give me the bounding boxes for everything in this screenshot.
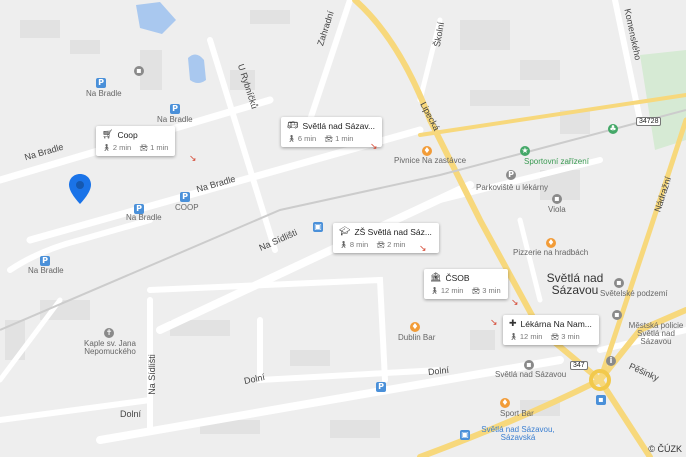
parking-lot-icon[interactable]: P — [506, 170, 516, 180]
poi-label: Na Bradle — [157, 115, 193, 124]
direction-arrow-icon: ↘ — [189, 154, 197, 164]
card-title: ZŠ Světlá nad Sáz... — [354, 227, 432, 237]
poi-label: Na Bradle — [126, 213, 162, 222]
info-icon[interactable]: i — [606, 356, 616, 366]
walk-icon: 🚶︎ — [102, 143, 111, 152]
bank-icon: 🏦︎ — [430, 273, 442, 283]
tree-icon[interactable]: ♣ — [608, 124, 618, 134]
walk-time: 12 min — [519, 332, 543, 341]
shop-icon[interactable]: ▪ — [524, 360, 534, 370]
poi-label: Světelské podzemí — [600, 289, 668, 298]
poi-card-pharmacy[interactable]: ✚ Lékárna Na Nam... 🚶︎ 12 min 🚘︎ 3 min — [503, 315, 599, 345]
sport-icon[interactable]: ★ — [520, 146, 530, 156]
poi-label: Pizzerie na hradbách — [513, 248, 589, 257]
parking-icon[interactable]: P — [96, 78, 106, 88]
poi-label: Dublin Bar — [398, 333, 436, 342]
drive-time: 1 min — [150, 143, 169, 152]
walk-icon: 🚶︎ — [430, 286, 439, 295]
direction-arrow-icon: ↘ — [490, 318, 498, 328]
direction-arrow-icon: ↘ — [511, 298, 519, 308]
restaurant-icon[interactable]: ♦ — [546, 238, 556, 248]
car-icon: 🚘︎ — [324, 134, 334, 143]
sport-bar-icon[interactable]: ♦ — [500, 398, 510, 408]
poi-label: COOP — [175, 203, 199, 212]
drive-time: 3 min — [482, 286, 501, 295]
bus-icon: 🚌︎ — [287, 121, 299, 131]
poi-card-csob[interactable]: 🏦︎ ČSOB 🚶︎ 12 min 🚘︎ 3 min — [424, 269, 508, 299]
church-icon[interactable]: ✝ — [104, 328, 114, 338]
bus-icon[interactable]: ▪ — [134, 66, 144, 76]
poi-card-coop[interactable]: 🛒︎ Coop 🚶︎ 2 min 🚘︎ 1 min — [96, 126, 176, 156]
direction-arrow-icon: ↘ — [419, 244, 427, 254]
poi-label: Parkoviště u lékárny — [476, 183, 549, 192]
car-icon: 🚘︎ — [550, 332, 560, 341]
parking-icon[interactable]: P — [134, 204, 144, 214]
police-icon[interactable]: ▪ — [612, 310, 622, 320]
walk-time: 8 min — [349, 240, 369, 249]
card-title: Světlá nad Sázav... — [302, 121, 376, 131]
bus-stop-icon[interactable]: ▣ — [460, 430, 470, 440]
poi-label: Viola — [548, 205, 566, 214]
bar-icon[interactable]: ♦ — [410, 322, 420, 332]
poi-label: Světlá nad Sázavou — [495, 370, 567, 379]
car-icon: 🚘︎ — [139, 143, 149, 152]
card-title: Lékárna Na Nam... — [520, 319, 592, 329]
poi-card-bus-stop[interactable]: 🚌︎ Světlá nad Sázav... 🚶︎ 6 min 🚘︎ 1 min — [281, 117, 383, 147]
road-number-shield: 347 — [570, 361, 588, 370]
poi-label: Sport Bar — [500, 409, 534, 418]
walk-icon: 🚶︎ — [287, 134, 296, 143]
poi-label: Městská policie Světlá nad Sázavou — [628, 321, 684, 346]
poi-label: Na Bradle — [28, 266, 64, 275]
walk-icon: 🚶︎ — [339, 240, 348, 249]
street-label: Na Sídlišti — [146, 354, 157, 395]
parking-icon[interactable]: P — [376, 382, 386, 392]
card-title: ČSOB — [445, 273, 470, 283]
walk-time: 6 min — [297, 134, 317, 143]
drive-time: 3 min — [561, 332, 580, 341]
copyright-label: © ČÚZK — [648, 444, 682, 454]
beer-icon[interactable]: ♦ — [422, 146, 432, 156]
viola-icon[interactable]: ▪ — [552, 194, 562, 204]
station-icon[interactable]: ▪ — [596, 395, 606, 405]
walk-time: 2 min — [112, 143, 132, 152]
drive-time: 1 min — [335, 134, 354, 143]
card-title: Coop — [117, 130, 138, 140]
poi-label: Na Bradle — [86, 89, 122, 98]
road-number-shield: 34728 — [636, 117, 662, 126]
parking-icon[interactable]: P — [40, 256, 50, 266]
drive-time: 2 min — [387, 240, 406, 249]
walk-icon: 🚶︎ — [509, 332, 518, 341]
poi-label: Světlá nad Sázavou, Sázavská — [481, 425, 555, 442]
direction-arrow-icon: ↘ — [370, 142, 378, 152]
poi-label: Pivnice Na zastávce — [394, 156, 467, 165]
car-icon: 🚘︎ — [376, 240, 386, 249]
cart-icon: 🛒︎ — [102, 130, 114, 140]
walk-time: 12 min — [440, 286, 464, 295]
poi-label: Kaple sv. Jana Nepomuckého — [84, 339, 136, 356]
parking-icon[interactable]: P — [180, 192, 190, 202]
poi-label: Sportovní zařízení — [524, 157, 589, 166]
pharmacy-icon: ✚ — [509, 319, 517, 329]
school-icon: 🎓︎ — [339, 227, 351, 237]
museum-icon[interactable]: ▪ — [614, 278, 624, 288]
parking-icon[interactable]: ▣ — [313, 222, 323, 232]
car-icon: 🚘︎ — [471, 286, 481, 295]
street-label: Dolní — [120, 409, 142, 419]
location-pin-icon[interactable] — [68, 173, 92, 205]
parking-icon[interactable]: P — [170, 104, 180, 114]
